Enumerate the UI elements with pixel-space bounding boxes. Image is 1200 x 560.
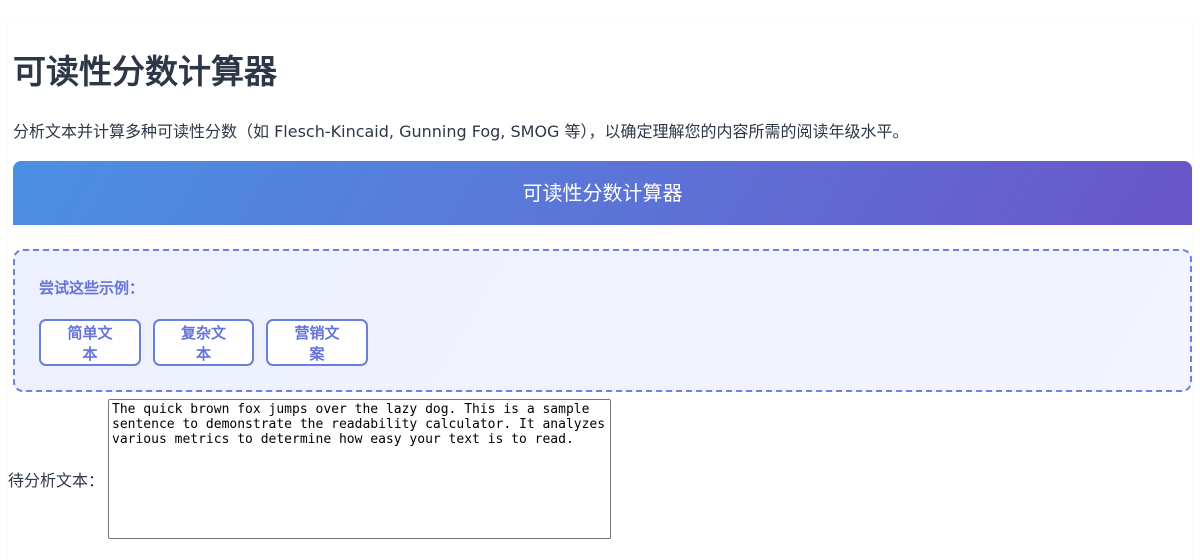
calculator-header-banner: 可读性分数计算器 [13, 161, 1192, 225]
calculator-header-title: 可读性分数计算器 [522, 181, 683, 205]
example-buttons-group: 简单文本 复杂文本 营销文案 [39, 319, 368, 366]
examples-panel: 尝试这些示例： 简单文本 复杂文本 营销文案 [13, 249, 1192, 392]
text-to-analyze-input[interactable]: The quick brown fox jumps over the lazy … [108, 399, 611, 539]
example-complex-text-button[interactable]: 复杂文本 [153, 319, 254, 366]
page-description: 分析文本并计算多种可读性分数（如 Flesch-Kincaid, Gunning… [13, 122, 909, 141]
page-title: 可读性分数计算器 [13, 52, 277, 91]
examples-label: 尝试这些示例： [39, 279, 145, 297]
text-input-label: 待分析文本： [8, 471, 105, 490]
example-marketing-copy-button[interactable]: 营销文案 [266, 319, 368, 366]
example-simple-text-button[interactable]: 简单文本 [39, 319, 141, 366]
